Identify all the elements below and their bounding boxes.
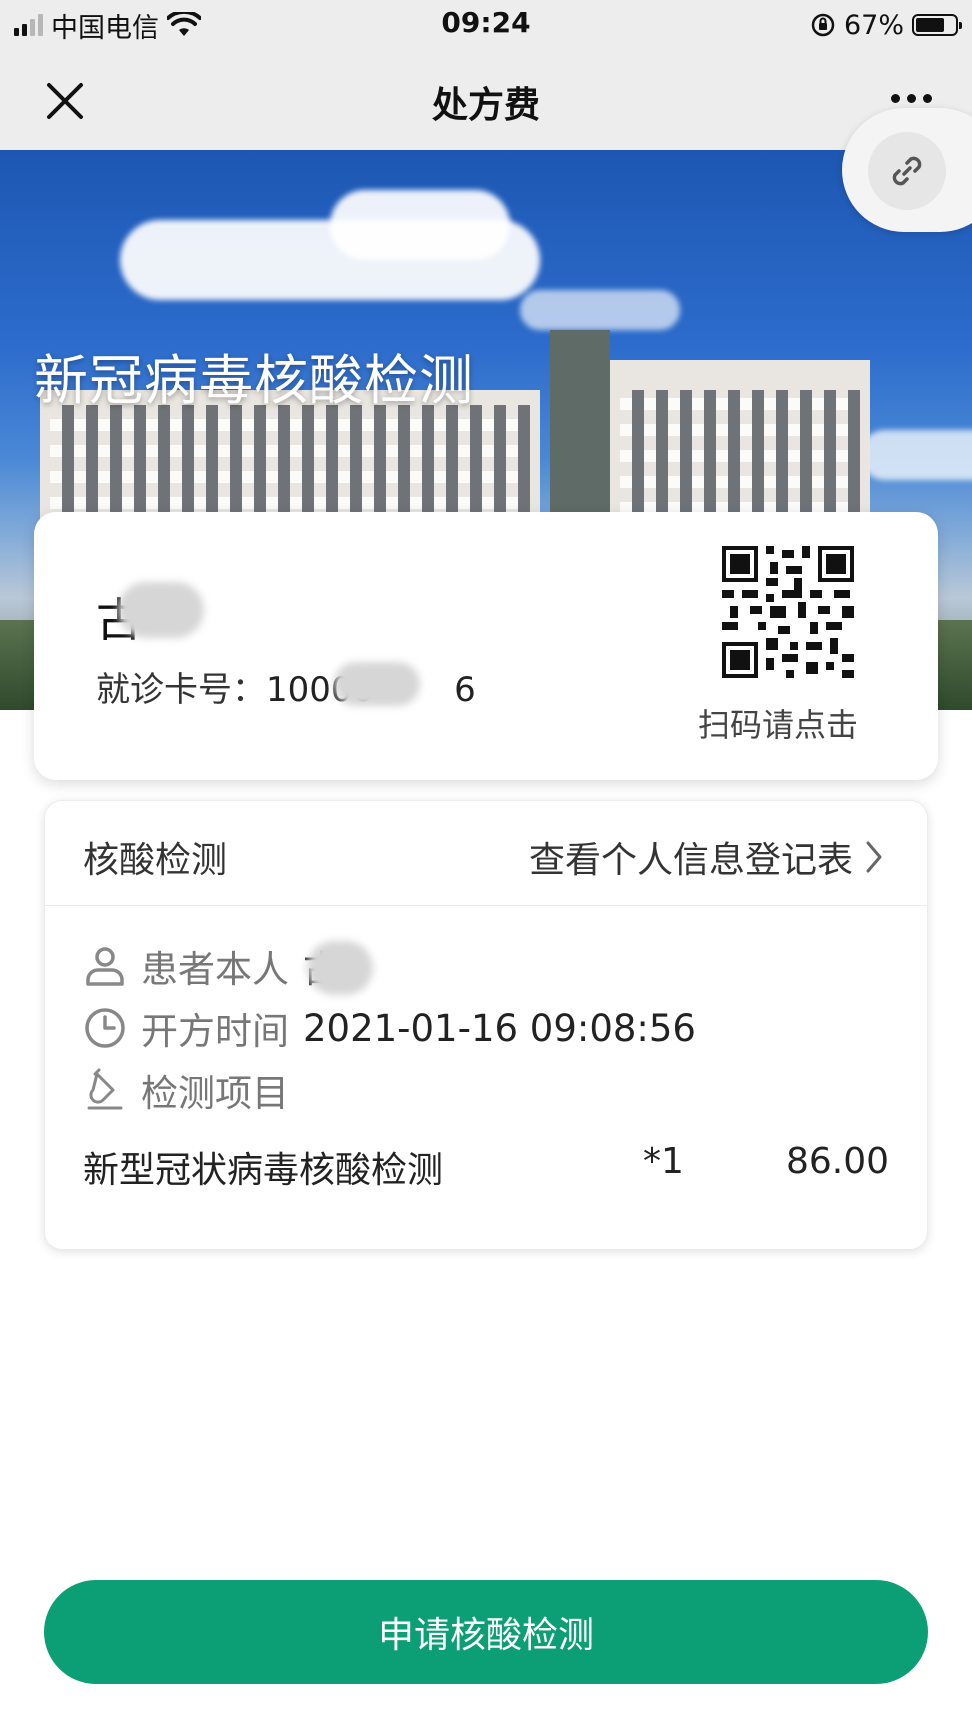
time-row: 开方时间 2021-01-16 09:08:56 [83,1001,696,1055]
page-title: 处方费 [431,85,540,126]
cloud [860,430,972,480]
item-name: 新型冠状病毒核酸检测 [83,1150,444,1191]
card-number-tail: 6 [454,670,476,710]
patient-row: 患者本人 古 [83,939,340,993]
view-registration-link[interactable]: 查看个人信息登记表 [529,831,883,883]
chevron-right-icon [866,841,882,873]
battery-percent: 67% [843,9,904,41]
link-icon [892,156,922,186]
item-qty: *1 [643,1141,684,1182]
link-button[interactable] [842,108,972,232]
list-item: 新型冠状病毒核酸检测 *1 86.00 [83,1141,889,1191]
cloud [520,290,680,330]
test-tube-icon [87,1068,123,1110]
qr-caption[interactable]: 扫码请点击 [698,700,858,746]
status-right: 67% [810,8,962,42]
clock-icon [85,1008,125,1048]
person-icon [86,947,124,986]
items-label: 检测项目 [141,1072,289,1115]
time-label: 开方时间 [141,1010,289,1053]
battery-icon [912,14,962,36]
privacy-blur [307,941,373,995]
item-price: 86.00 [785,1141,889,1182]
qr-code-icon[interactable] [722,546,854,678]
apply-test-button[interactable]: 申请核酸检测 [44,1580,928,1684]
patient-label: 患者本人 [141,948,289,991]
view-registration-label: 查看个人信息登记表 [528,840,853,881]
cloud [330,190,510,260]
privacy-blur [334,662,420,706]
items-row: 检测项目 [83,1063,289,1117]
privacy-blur [118,582,204,638]
card-number-label: 就诊卡号： [96,670,266,710]
patient-card: 古 就诊卡号：100006 扫码请点击 [34,512,938,780]
link-icon-wrap [868,132,946,210]
order-header: 核酸检测 查看个人信息登记表 [45,801,927,906]
nav-bar: 处方费 [0,50,972,150]
order-type: 核酸检测 [83,840,228,881]
time-value: 2021-01-16 09:08:56 [303,1006,696,1050]
banner-title: 新冠病毒核酸检测 [34,349,474,412]
status-bar: 中国电信 09:24 67% [0,0,972,50]
orientation-lock-icon [811,13,835,37]
more-icon[interactable] [891,94,932,103]
order-card: 核酸检测 查看个人信息登记表 患者本人 古 开方时间 2021-01-16 09… [44,800,928,1250]
